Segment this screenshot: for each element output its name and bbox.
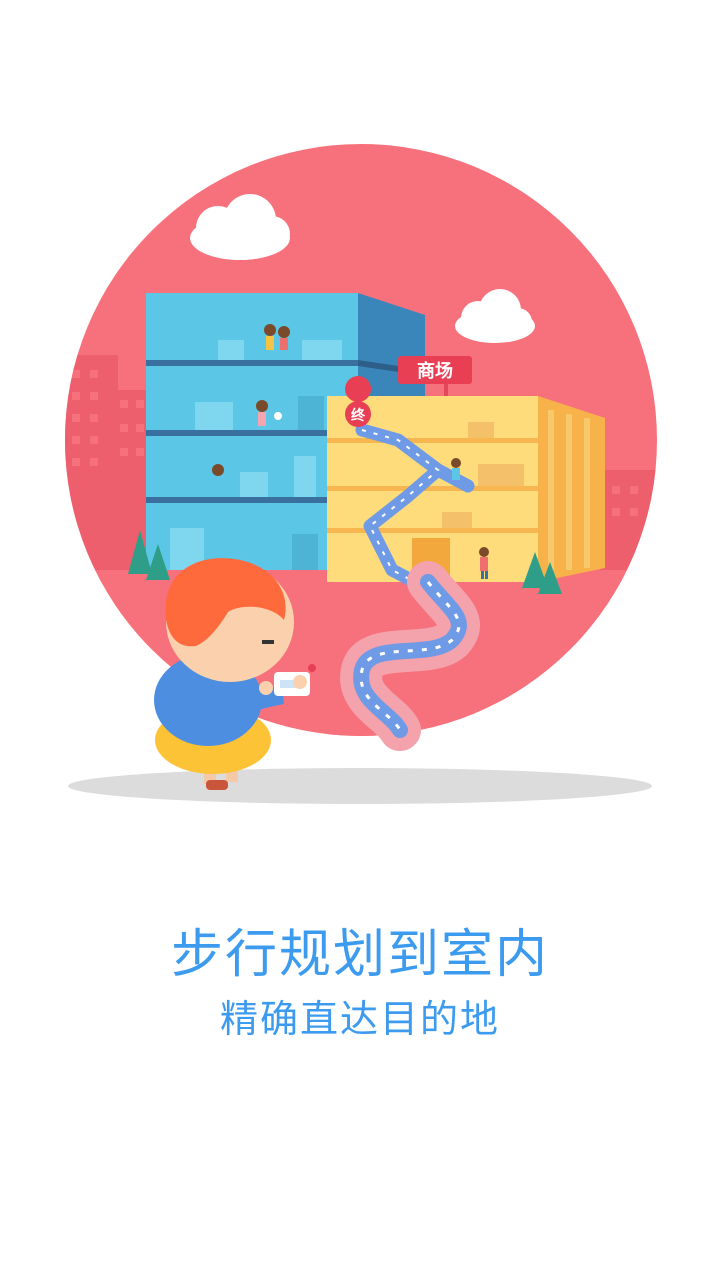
headline: 步行规划到室内 — [170, 925, 549, 985]
mall-sign-text: 商场 — [417, 360, 453, 382]
end-marker-text: 终 — [351, 407, 366, 424]
subline: 精确直达目的地 — [219, 997, 500, 1041]
ground-shadow — [68, 768, 652, 804]
onboarding-illustration: 商场 终 — [65, 144, 657, 804]
